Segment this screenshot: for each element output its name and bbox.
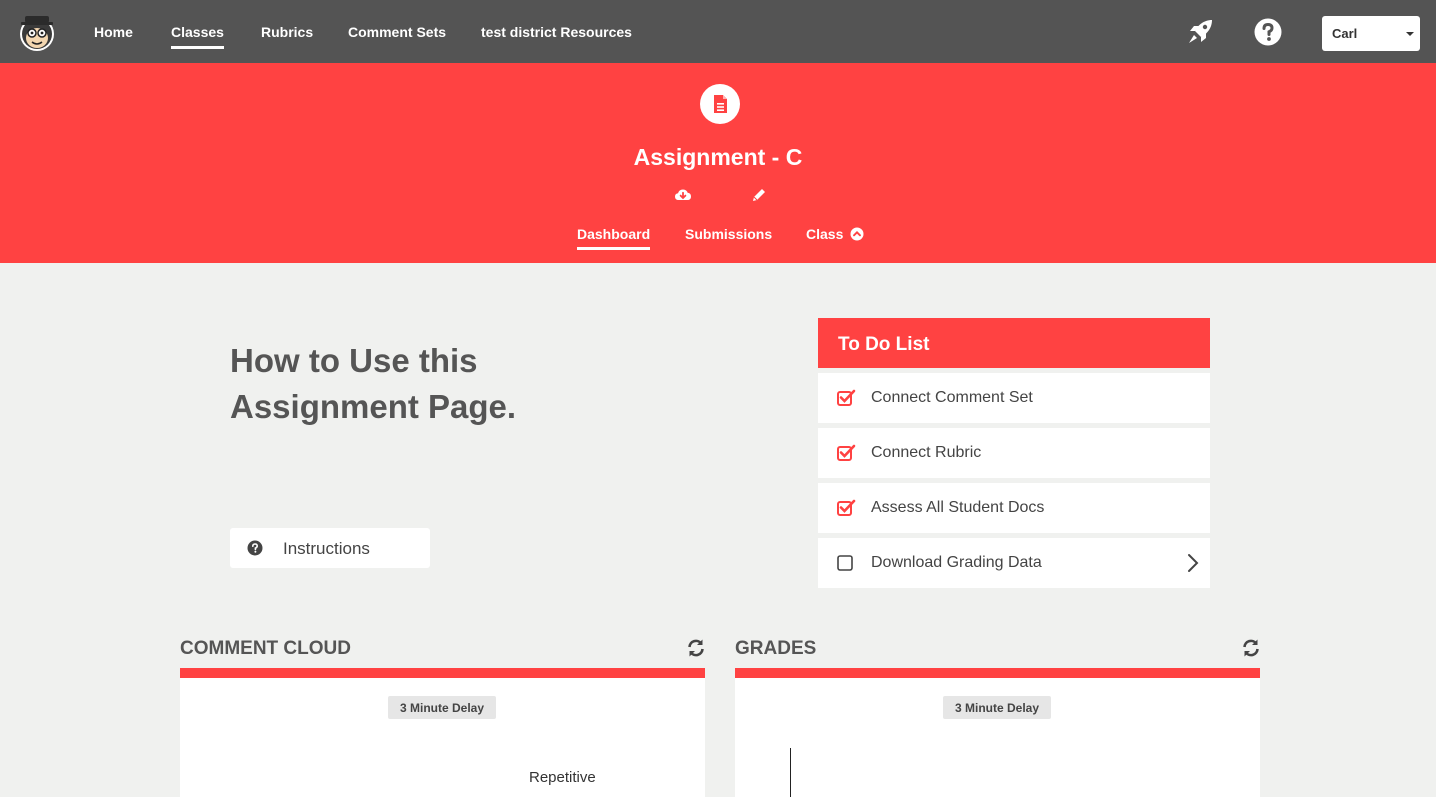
refresh-icon[interactable] [686, 638, 706, 658]
tab-class[interactable]: Class [806, 226, 864, 242]
assignment-header: Assignment - C Dashboard Submissions Cla… [0, 63, 1436, 263]
top-nav: Home Classes Rubrics Comment Sets test d… [0, 0, 1436, 63]
monkey-logo-icon[interactable] [17, 11, 57, 53]
instructions-button[interactable]: Instructions [230, 528, 430, 568]
cloud-word: Repetitive [529, 769, 596, 786]
howto-heading-line2: Assignment Page. [230, 388, 517, 425]
todo-item-label: Assess All Student Docs [871, 499, 1045, 516]
refresh-icon[interactable] [1241, 638, 1261, 658]
grades-chart-axis [790, 748, 791, 797]
todo-header: To Do List [818, 318, 1210, 368]
page-title: Assignment - C [633, 144, 803, 170]
nav-rubrics[interactable]: Rubrics [261, 24, 313, 40]
nav-district-resources[interactable]: test district Resources [481, 24, 632, 40]
howto-heading: How to Use this Assignment Page. [230, 338, 630, 430]
checkbox-unchecked-icon [837, 555, 853, 571]
nav-comment-sets[interactable]: Comment Sets [348, 24, 446, 40]
todo-item-label: Connect Rubric [871, 444, 982, 461]
nav-classes[interactable]: Classes [171, 24, 224, 49]
rocket-icon[interactable] [1185, 17, 1215, 47]
todo-item-label: Download Grading Data [871, 554, 1042, 571]
grades-title: GRADES [735, 638, 817, 659]
checkbox-checked-icon [837, 444, 856, 461]
checkbox-checked-icon [837, 389, 856, 406]
delay-badge: 3 Minute Delay [388, 696, 497, 719]
todo-item-assess-all[interactable]: Assess All Student Docs [818, 483, 1210, 533]
user-select[interactable]: Carl [1322, 16, 1420, 51]
tab-submissions[interactable]: Submissions [685, 226, 772, 242]
checkbox-checked-icon [837, 499, 856, 516]
chevron-down-icon [1406, 32, 1414, 36]
user-select-value: Carl [1332, 26, 1358, 41]
chevron-right-icon [1188, 554, 1199, 572]
todo-item-download-grading-data[interactable]: Download Grading Data [818, 538, 1210, 588]
todo-item-connect-comment-set[interactable]: Connect Comment Set [818, 373, 1210, 423]
tab-dashboard[interactable]: Dashboard [577, 226, 651, 250]
question-circle-icon [247, 540, 263, 556]
help-circle-icon[interactable] [1253, 17, 1283, 47]
tab-class-label: Class [806, 226, 844, 242]
instructions-label: Instructions [283, 539, 370, 558]
todo-item-label: Connect Comment Set [871, 389, 1033, 406]
delay-badge: 3 Minute Delay [943, 696, 1052, 719]
todo-title: To Do List [838, 334, 930, 355]
cloud-download-icon[interactable] [674, 186, 692, 204]
comment-cloud-accent-bar [180, 668, 705, 678]
pencil-icon[interactable] [750, 186, 768, 204]
grades-accent-bar [735, 668, 1260, 678]
document-icon [700, 84, 740, 124]
nav-home[interactable]: Home [94, 24, 133, 40]
comment-cloud-title: COMMENT CLOUD [180, 638, 351, 659]
todo-item-connect-rubric[interactable]: Connect Rubric [818, 428, 1210, 478]
chevron-up-circle-icon [850, 227, 864, 241]
howto-heading-line1: How to Use this [230, 342, 478, 379]
